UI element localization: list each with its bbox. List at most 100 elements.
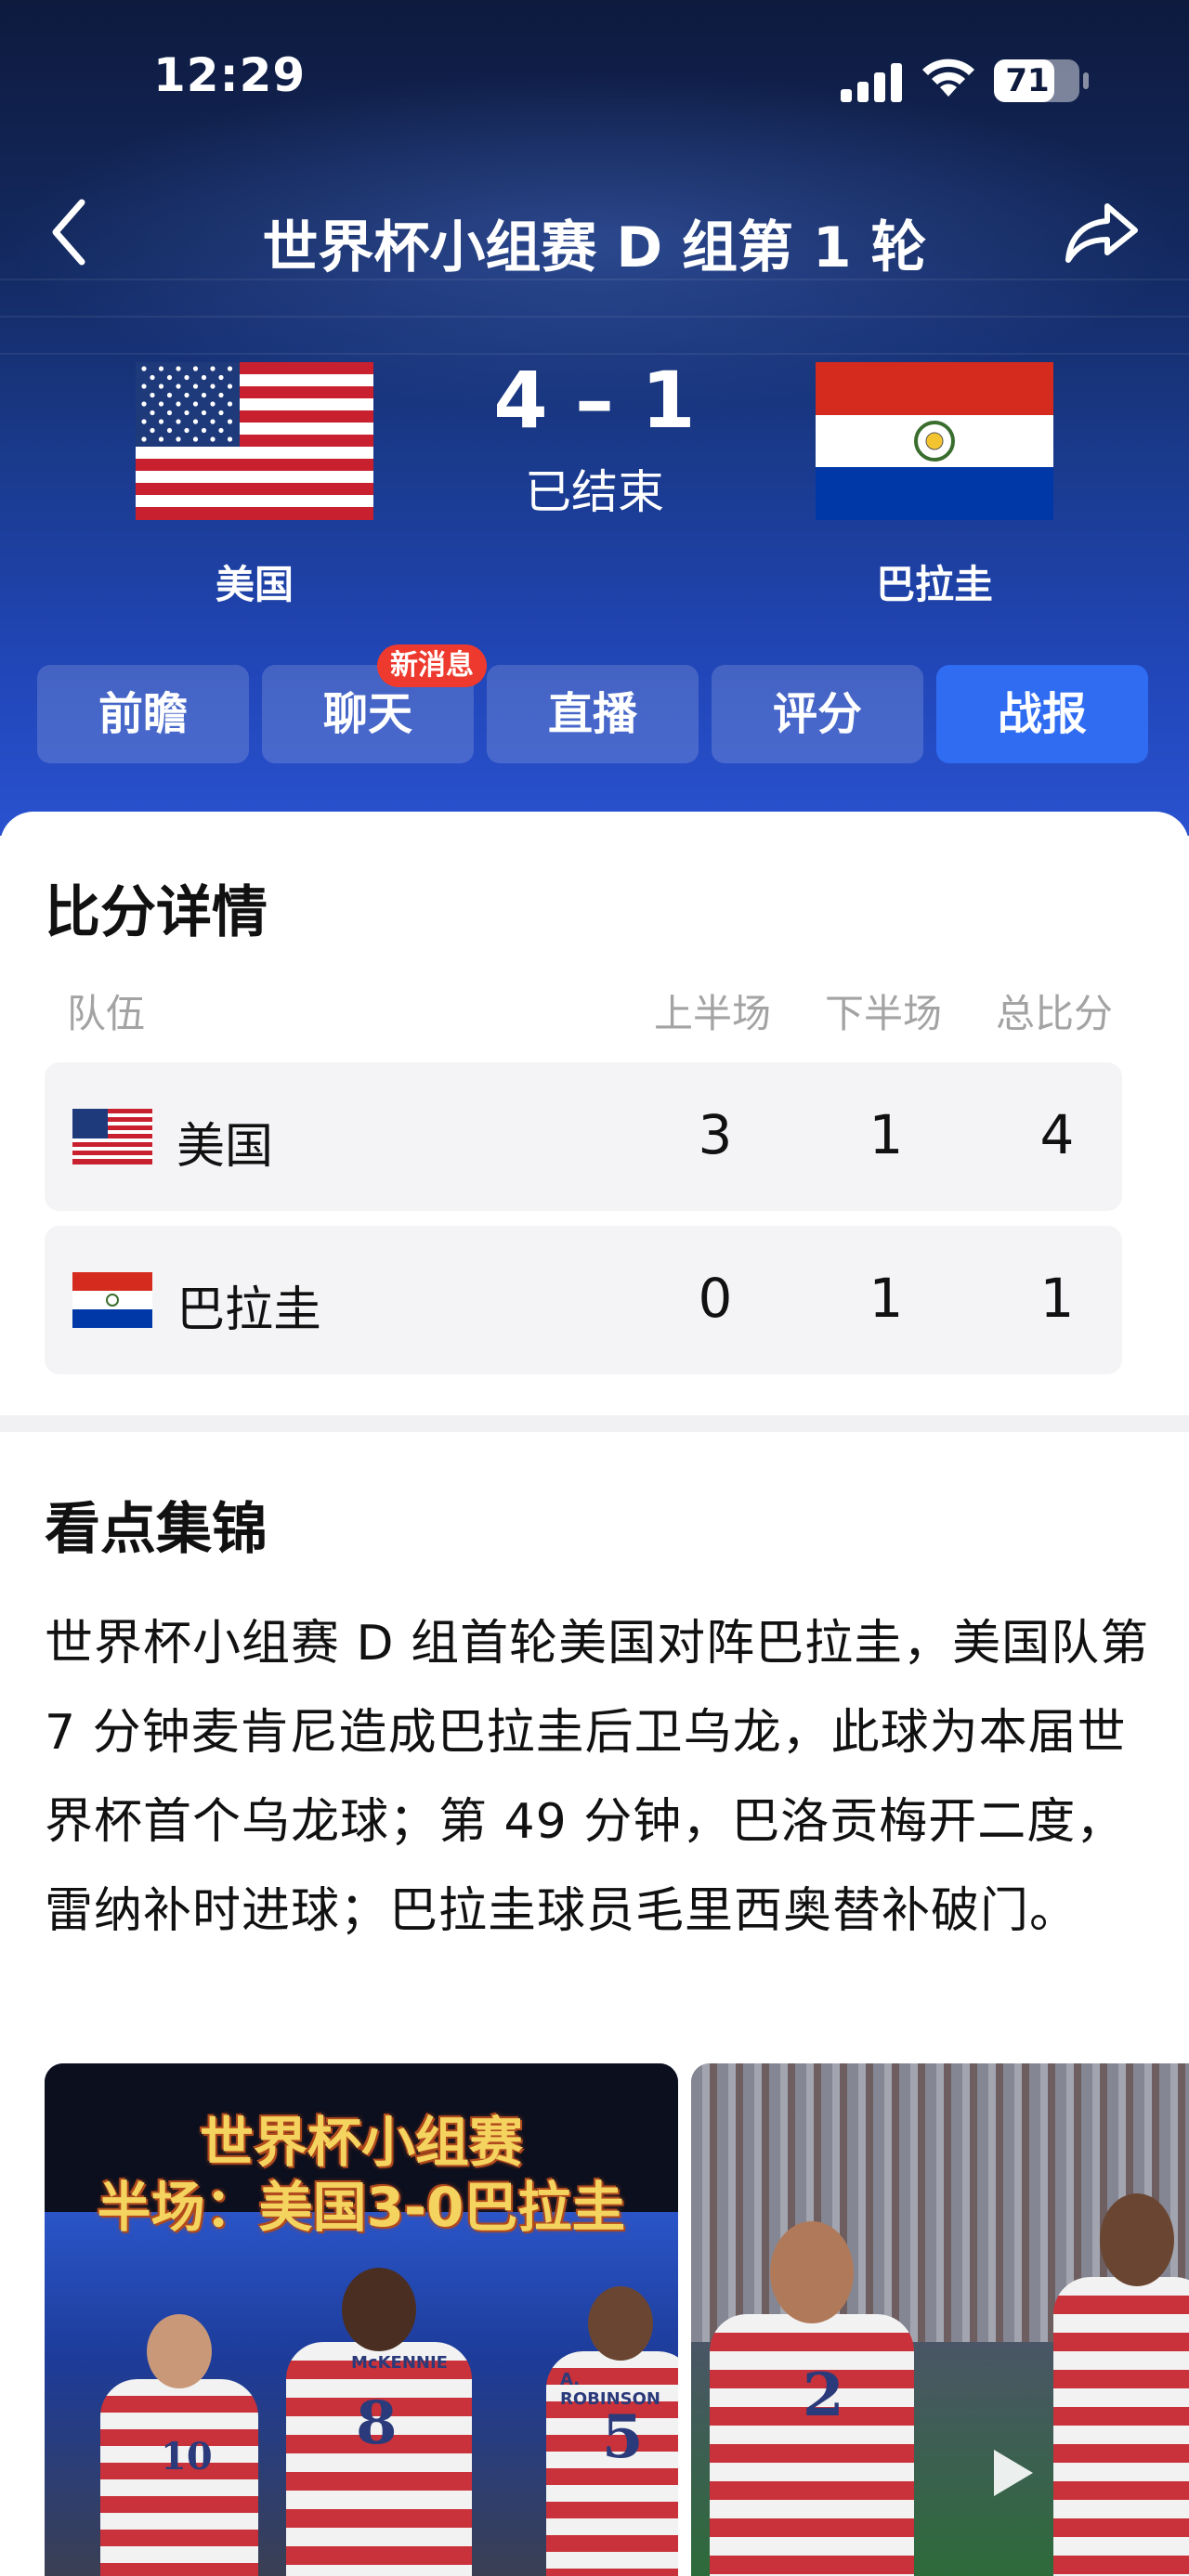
jersey-name: McKENNIE [351,2353,448,2373]
flag-star [176,436,181,442]
cellular-signal-icon [841,61,902,102]
flag-star [141,384,147,389]
total-score: 1 [1039,1267,1075,1330]
flag-star [158,436,164,442]
flag-star [192,419,199,424]
flag-star [176,366,181,371]
flag-star [166,410,173,416]
flag-star [227,366,233,371]
highlights-text: 世界杯小组赛 D 组首轮美国对阵巴拉圭，美国队第 7 分钟麦肯尼造成巴拉圭后卫乌… [45,1616,1150,1939]
flag-star [184,410,189,416]
flag-star [192,366,199,371]
first-half-score: 3 [698,1103,733,1166]
chevron-left-icon [52,199,85,266]
player-head [588,2286,653,2361]
tab-report[interactable]: 战报 [936,665,1148,763]
flag-star [176,384,181,389]
flag-star [210,401,216,407]
flag-star [141,436,147,442]
back-button[interactable] [45,195,100,269]
flag-star [192,436,199,442]
highlight-image-1[interactable]: 世界杯小组赛 半场：美国3-0巴拉圭 10 McKENNIE 8 A. ROBI… [45,2063,678,2576]
flag-star [218,410,224,416]
flag-star [210,419,216,424]
tab-rating[interactable]: 评分 [712,665,923,763]
away-team-name: 巴拉圭 [875,562,993,607]
table-row: 巴拉圭 0 1 1 [45,1226,1122,1374]
match-status: 已结束 [525,465,664,519]
flag-star [210,436,216,442]
status-time: 12:29 [153,48,307,102]
flag-star [227,419,233,424]
tab-preview[interactable]: 前瞻 [37,665,249,763]
highlights-title: 看点集锦 [45,1497,268,1562]
section-divider [0,1415,1189,1432]
flag-star [176,401,181,407]
flag-star [184,427,189,434]
tab-bar: 前瞻 聊天 直播 评分 战报 [37,665,1152,763]
page-title: 世界杯小组赛 D 组第 1 轮 [262,215,927,280]
battery-percent: 71 [1005,62,1050,99]
flag-star [158,419,164,424]
share-button[interactable] [1059,195,1143,269]
play-icon[interactable] [977,2440,1042,2505]
status-bar: 12:29 71 [0,0,1189,158]
tab-live[interactable]: 直播 [487,665,699,763]
usa-flag-icon [72,1109,152,1164]
flag-star [210,384,216,389]
jersey-number: 8 [356,2388,398,2458]
share-icon [1065,203,1138,263]
flag-star [176,419,181,424]
flag-star [218,392,224,398]
player-head [147,2314,212,2388]
column-header-first-half: 上半场 [654,991,772,1036]
battery-icon: 71 [994,59,1079,102]
flag-star [166,427,173,434]
team-name: 美国 [176,1119,274,1175]
flag-star [150,374,155,381]
second-half-score: 1 [869,1103,904,1166]
flag-star [201,392,207,398]
flag-star [192,401,199,407]
flag-star [158,384,164,389]
first-half-score: 0 [698,1267,733,1330]
jersey-number: 10 [161,2435,213,2478]
column-header-second-half: 下半场 [825,991,943,1036]
flag-star [218,374,224,381]
column-header-total: 总比分 [996,991,1114,1036]
flag-star [201,427,207,434]
flag-star [141,366,147,371]
match-score: 4 – 1 [493,355,696,446]
column-header-team: 队伍 [67,991,146,1036]
flag-star [227,401,233,407]
team-name: 巴拉圭 [176,1282,322,1338]
flag-star [150,410,155,416]
flag-star [166,392,173,398]
player-head [770,2221,854,2323]
score-details-title: 比分详情 [45,880,268,945]
flag-star [201,374,207,381]
flag-star [141,419,147,424]
flag-star [150,392,155,398]
paraguay-flag-icon [816,362,1053,520]
flag-star [141,401,147,407]
player-head [1100,2193,1174,2286]
stadium-decoration [0,316,1189,318]
flag-star [158,401,164,407]
flag-star [210,366,216,371]
highlight-video-2[interactable]: 2 [691,2063,1189,2576]
player-figure [286,2342,472,2576]
flag-star [218,427,224,434]
second-half-score: 1 [869,1267,904,1330]
flag-star [166,374,173,381]
flag-star [201,410,207,416]
battery-tip [1083,72,1089,89]
flag-star [227,384,233,389]
image-caption-line-2: 半场：美国3-0巴拉圭 [97,2176,626,2239]
new-message-badge: 新消息 [377,644,487,687]
wifi-icon [922,59,974,97]
paraguay-flag-icon [72,1272,152,1328]
player-figure [1053,2277,1189,2576]
player-head [342,2268,416,2351]
total-score: 4 [1039,1103,1075,1166]
